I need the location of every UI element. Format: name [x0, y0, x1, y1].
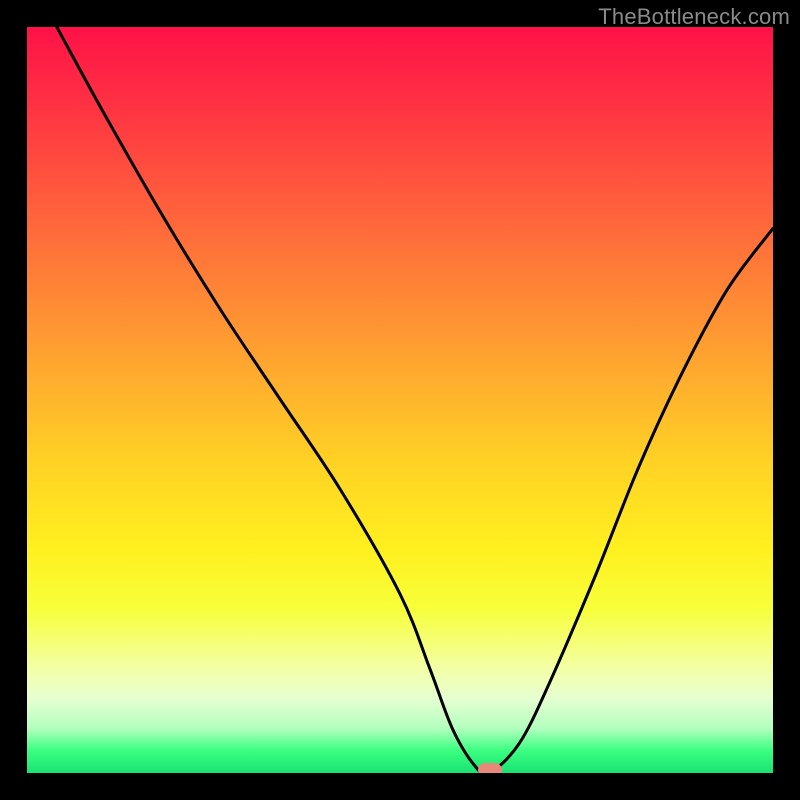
plot-area: [27, 27, 773, 773]
bottleneck-curve: [27, 27, 773, 773]
minimum-marker: [478, 763, 502, 773]
attribution-text: TheBottleneck.com: [598, 4, 790, 30]
chart-frame: TheBottleneck.com: [0, 0, 800, 800]
